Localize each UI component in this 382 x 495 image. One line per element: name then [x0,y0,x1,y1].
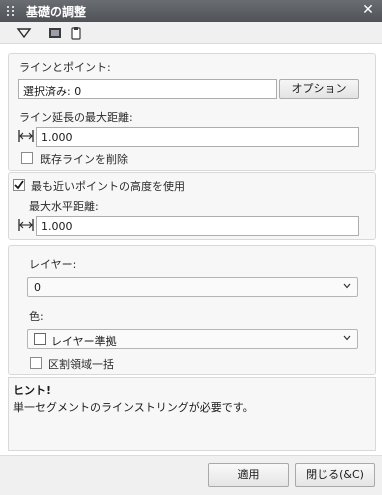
color-label: 色: [29,310,44,323]
chevron-down-icon [343,283,351,289]
partition-label: 区割領域一括 [48,358,114,371]
hint-title: ヒント! [13,384,52,397]
close-icon[interactable]: ✕ [360,2,376,18]
close-button[interactable]: 閉じる(&C) [295,463,375,487]
hint-text: 単一セグメントのラインストリングが必要です。 [13,401,254,414]
delete-existing-checkbox[interactable] [21,152,33,164]
max-extend-input[interactable]: 1.000 [36,127,359,147]
window-title: 基礎の調整 [26,5,87,19]
hint-panel: ヒント! 単一セグメントのラインストリングが必要です。 [8,377,376,451]
elevation-panel: 最も近いポイントの高度を使用 最大水平距離: 1.000 [8,172,376,240]
image-icon[interactable] [47,25,63,41]
max-horizontal-label: 最大水平距離: [29,200,99,213]
max-horizontal-input[interactable]: 1.000 [36,216,359,236]
drag-grip-icon[interactable] [7,6,15,16]
chevron-down-icon [343,335,351,341]
filter-triangle-icon[interactable] [16,25,32,41]
layer-label: レイヤー: [29,258,77,271]
max-extend-value: 1.000 [41,131,73,144]
layer-select-value: 0 [34,281,41,294]
selected-count-text: 選択済み: 0 [23,85,82,98]
options-button[interactable]: オプション [279,79,359,99]
checkmark-icon [14,180,24,190]
layer-panel: レイヤー: 0 色: レイヤー準拠 区割領域一括 [8,245,376,375]
max-horizontal-value: 1.000 [41,220,73,233]
clipboard-icon[interactable] [68,25,84,41]
color-swatch [34,333,46,345]
selected-count-field: 選択済み: 0 [18,79,277,99]
toolbar [0,22,382,44]
use-nearest-label: 最も近いポイントの高度を使用 [31,180,185,193]
title-bar[interactable]: 基礎の調整 ✕ [0,0,382,22]
measure-distance-icon[interactable] [17,127,35,145]
color-select-value: レイヤー準拠 [51,335,117,348]
use-nearest-checkbox[interactable] [13,179,25,191]
delete-existing-label: 既存ラインを削除 [40,153,128,166]
color-select[interactable]: レイヤー準拠 [27,329,358,349]
layer-select[interactable]: 0 [27,277,358,297]
measure-distance-icon[interactable] [17,216,35,234]
dialog-footer: 適用 閉じる(&C) [0,455,382,495]
apply-button[interactable]: 適用 [208,463,289,487]
line-points-panel: ラインとポイント: 選択済み: 0 オプション ライン延長の最大距離: 1.00… [8,53,376,171]
line-points-label: ラインとポイント: [19,61,111,74]
max-extend-label: ライン延長の最大距離: [19,111,133,124]
partition-checkbox[interactable] [30,357,42,369]
